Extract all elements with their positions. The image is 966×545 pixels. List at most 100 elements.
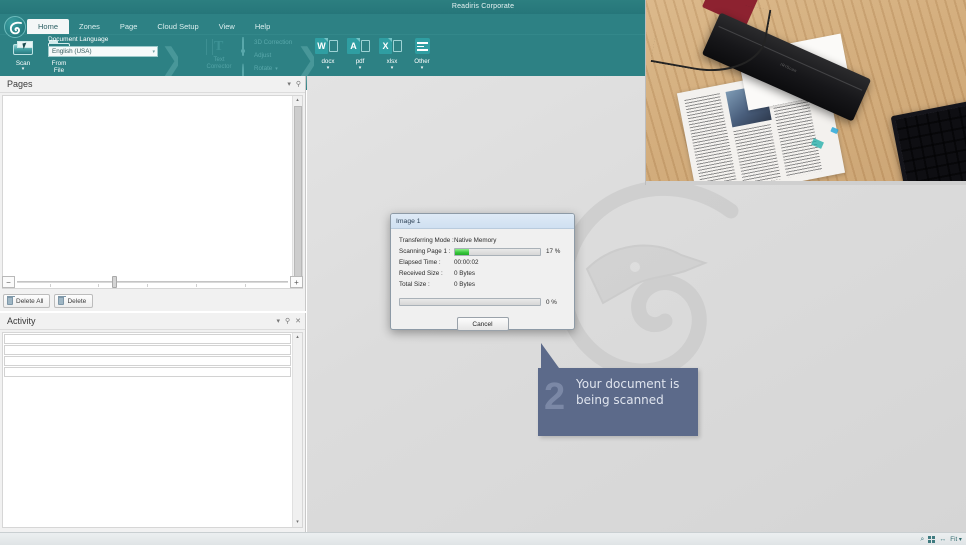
page-progress-percent: 17 % <box>546 248 561 255</box>
elapsed-time-value: 00:00:02 <box>454 259 479 266</box>
text-corrector-button[interactable]: T Text Corrector <box>198 37 240 71</box>
scanner-demo-video[interactable]: IRIScan <box>645 0 966 185</box>
transferring-mode-label: Transferring Mode : <box>399 237 454 244</box>
output-docx-caret-icon[interactable]: ▾ <box>312 66 344 71</box>
fit-page-icon[interactable] <box>928 536 936 543</box>
activity-scrollbar[interactable]: ▴ ▾ <box>292 333 302 527</box>
total-size-label: Total Size : <box>399 281 430 288</box>
activity-panel: Activity ▾ ⚲ ✕ ▴ ▾ <box>0 313 306 532</box>
output-pdf-button[interactable]: A pdf ▾ <box>344 37 376 71</box>
xlsx-glyph: X <box>379 38 392 54</box>
pages-zoom-out-button[interactable]: − <box>2 275 15 288</box>
rotate-dropdown-caret-icon[interactable]: ▾ <box>275 66 278 72</box>
activity-scroll-down-icon[interactable]: ▾ <box>293 518 302 527</box>
page-progress-fill <box>455 248 470 255</box>
delete-button[interactable]: Delete <box>54 294 94 308</box>
document-language-value: English (USA) <box>52 48 92 55</box>
callout-banner: 2 Your document is being scanned <box>538 343 698 436</box>
tab-page[interactable]: Page <box>110 19 148 34</box>
transferring-mode-value: Native Memory <box>454 237 497 244</box>
pages-thumbnail-list[interactable]: ▴ ▾ <box>2 95 303 289</box>
rotate-button[interactable]: Rotate ▾ <box>242 62 292 82</box>
tab-help[interactable]: Help <box>245 19 280 34</box>
activity-panel-header: Activity ▾ ⚲ ✕ <box>0 313 305 330</box>
activity-panel-pin-icon[interactable]: ⚲ <box>285 313 290 330</box>
trash-icon <box>7 295 15 305</box>
scanning-page-row: Scanning Page 1 : 17 % <box>399 246 566 257</box>
output-pdf-caret-icon[interactable]: ▾ <box>344 66 376 71</box>
pages-zoom-in-button[interactable]: + <box>290 275 303 288</box>
status-bar-zoom-controls: ⌕ ↔ Fit ▾ <box>920 533 962 545</box>
callout-text: Your document is being scanned <box>576 377 680 407</box>
activity-log-list[interactable]: ▴ ▾ <box>2 332 303 528</box>
document-language-select[interactable]: English (USA) ▾ <box>48 46 158 57</box>
output-docx-button[interactable]: W docx ▾ <box>312 37 344 71</box>
scan-button[interactable]: Scan ▾ <box>6 37 40 72</box>
3d-correction-button[interactable]: 3D Correction <box>242 36 293 56</box>
scan-dropdown-caret-icon[interactable]: ▾ <box>6 67 40 72</box>
chevron-down-icon: ▾ <box>152 49 155 55</box>
3d-correction-label: 3D Correction <box>254 39 293 46</box>
dialog-actions: Cancel <box>391 313 574 331</box>
pages-zoom-slider-handle[interactable] <box>111 275 117 288</box>
pages-delete-buttons: Delete All Delete <box>3 294 94 308</box>
callout-tail <box>541 343 559 368</box>
status-bar: ⌕ ↔ Fit ▾ <box>0 532 966 545</box>
delete-all-button[interactable]: Delete All <box>3 294 51 308</box>
list-item[interactable] <box>4 334 291 344</box>
activity-panel-controls: ▾ ⚲ ✕ <box>276 313 301 330</box>
tab-home[interactable]: Home <box>27 19 70 34</box>
output-xlsx-button[interactable]: X xlsx ▾ <box>376 37 408 71</box>
trash-icon-2 <box>58 295 67 305</box>
activity-panel-title: Activity <box>7 316 36 326</box>
adjust-button[interactable]: Adjust <box>242 49 292 62</box>
pages-panel-menu-icon[interactable]: ▾ <box>287 76 291 93</box>
elapsed-time-label: Elapsed Time : <box>399 259 441 266</box>
text-corrector-icon: T <box>198 37 240 57</box>
list-item[interactable] <box>4 345 291 355</box>
pages-panel-pin-icon[interactable]: ⚲ <box>296 76 301 93</box>
output-other-caret-icon[interactable]: ▾ <box>406 66 438 71</box>
activity-panel-menu-icon[interactable]: ▾ <box>276 313 280 330</box>
cancel-button[interactable]: Cancel <box>456 317 509 331</box>
pdf-file-icon: A <box>347 37 373 58</box>
total-progress-row: 0 % <box>399 298 566 306</box>
pages-panel: Pages ▾ ⚲ ▴ ▾ − + <box>0 76 306 311</box>
pages-scroll-thumb[interactable] <box>294 106 302 278</box>
dialog-title: Image 1 <box>396 218 421 225</box>
activity-scroll-up-icon[interactable]: ▴ <box>293 333 302 342</box>
pages-scrollbar[interactable]: ▴ ▾ <box>292 96 302 288</box>
output-xlsx-caret-icon[interactable]: ▾ <box>376 66 408 71</box>
pages-zoom-slider-row: − + <box>2 275 303 288</box>
pages-panel-controls: ▾ ⚲ <box>287 76 301 93</box>
zoom-level-value[interactable]: Fit ▾ <box>950 536 962 543</box>
scanner-icon <box>6 37 40 60</box>
from-file-button-label-line2: File <box>53 67 65 75</box>
activity-panel-close-icon[interactable]: ✕ <box>295 313 301 330</box>
app-window: Readiris Corporate – □ ✕ Home Zones Page… <box>0 0 966 545</box>
total-size-value: 0 Bytes <box>454 281 475 288</box>
list-item[interactable] <box>4 356 291 366</box>
tab-view[interactable]: View <box>209 19 245 34</box>
total-size-row: Total Size : 0 Bytes <box>399 279 566 290</box>
tools-command-list: 3D Correction Adjust Rotate ▾ <box>242 36 293 82</box>
text-corrector-glyph: T <box>214 39 224 54</box>
received-size-row: Received Size : 0 Bytes <box>399 268 566 279</box>
tab-zones[interactable]: Zones <box>69 19 110 34</box>
docx-file-icon: W <box>315 37 341 58</box>
text-corrector-label-line2: Corrector <box>206 64 232 70</box>
scanning-page-label: Scanning Page 1 : <box>399 248 451 255</box>
delete-all-button-label: Delete All <box>16 297 44 305</box>
received-size-value: 0 Bytes <box>454 270 475 277</box>
output-other-button[interactable]: Other ▾ <box>406 37 438 71</box>
pages-scroll-up-icon[interactable]: ▴ <box>293 96 302 105</box>
pdf-glyph: A <box>347 38 360 54</box>
list-item[interactable] <box>4 367 291 377</box>
search-zoom-icon[interactable]: ⌕ <box>920 536 924 544</box>
pages-panel-header: Pages ▾ ⚲ <box>0 76 305 93</box>
dialog-title-bar: Image 1 <box>391 214 574 229</box>
received-size-label: Received Size : <box>399 270 443 277</box>
pages-zoom-slider[interactable] <box>17 275 288 288</box>
fit-width-icon[interactable]: ↔ <box>939 536 946 543</box>
tab-cloud-setup[interactable]: Cloud Setup <box>147 19 208 34</box>
